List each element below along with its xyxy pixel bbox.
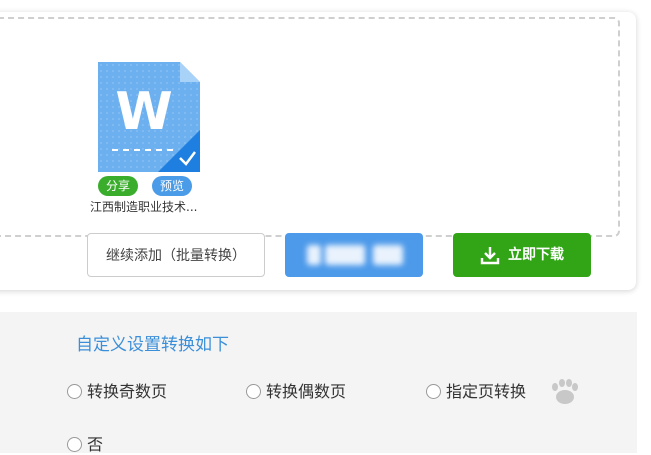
file-dropzone[interactable]: W 分享 预览 江西制造职业技术... (0, 17, 620, 237)
radio-button[interactable] (67, 437, 82, 452)
blurred-label (325, 245, 365, 265)
option-no[interactable]: 否 (67, 431, 103, 455)
file-name: 江西制造职业技术... (90, 200, 198, 214)
upload-card: W 分享 预览 江西制造职业技术... 继续添加（批量转换） 立即下载 (0, 12, 636, 290)
baidu-jingyan-watermark (552, 379, 578, 404)
blurred-label (307, 245, 321, 265)
radio-button[interactable] (246, 384, 261, 399)
blurred-label (373, 245, 403, 265)
share-button[interactable]: 分享 (98, 176, 138, 196)
doc-letter: W (115, 82, 173, 142)
settings-title: 自定义设置转换如下 (76, 335, 229, 355)
download-label: 立即下载 (508, 247, 564, 263)
convert-button[interactable] (285, 233, 423, 277)
radio-button[interactable] (67, 384, 82, 399)
preview-button[interactable]: 预览 (152, 176, 192, 196)
download-icon (480, 247, 500, 265)
continue-add-button[interactable]: 继续添加（批量转换） (87, 233, 265, 277)
radio-button[interactable] (426, 384, 441, 399)
option-odd-pages[interactable]: 转换奇数页 (67, 378, 167, 402)
download-button[interactable]: 立即下载 (453, 233, 591, 277)
option-even-pages[interactable]: 转换偶数页 (246, 378, 346, 402)
